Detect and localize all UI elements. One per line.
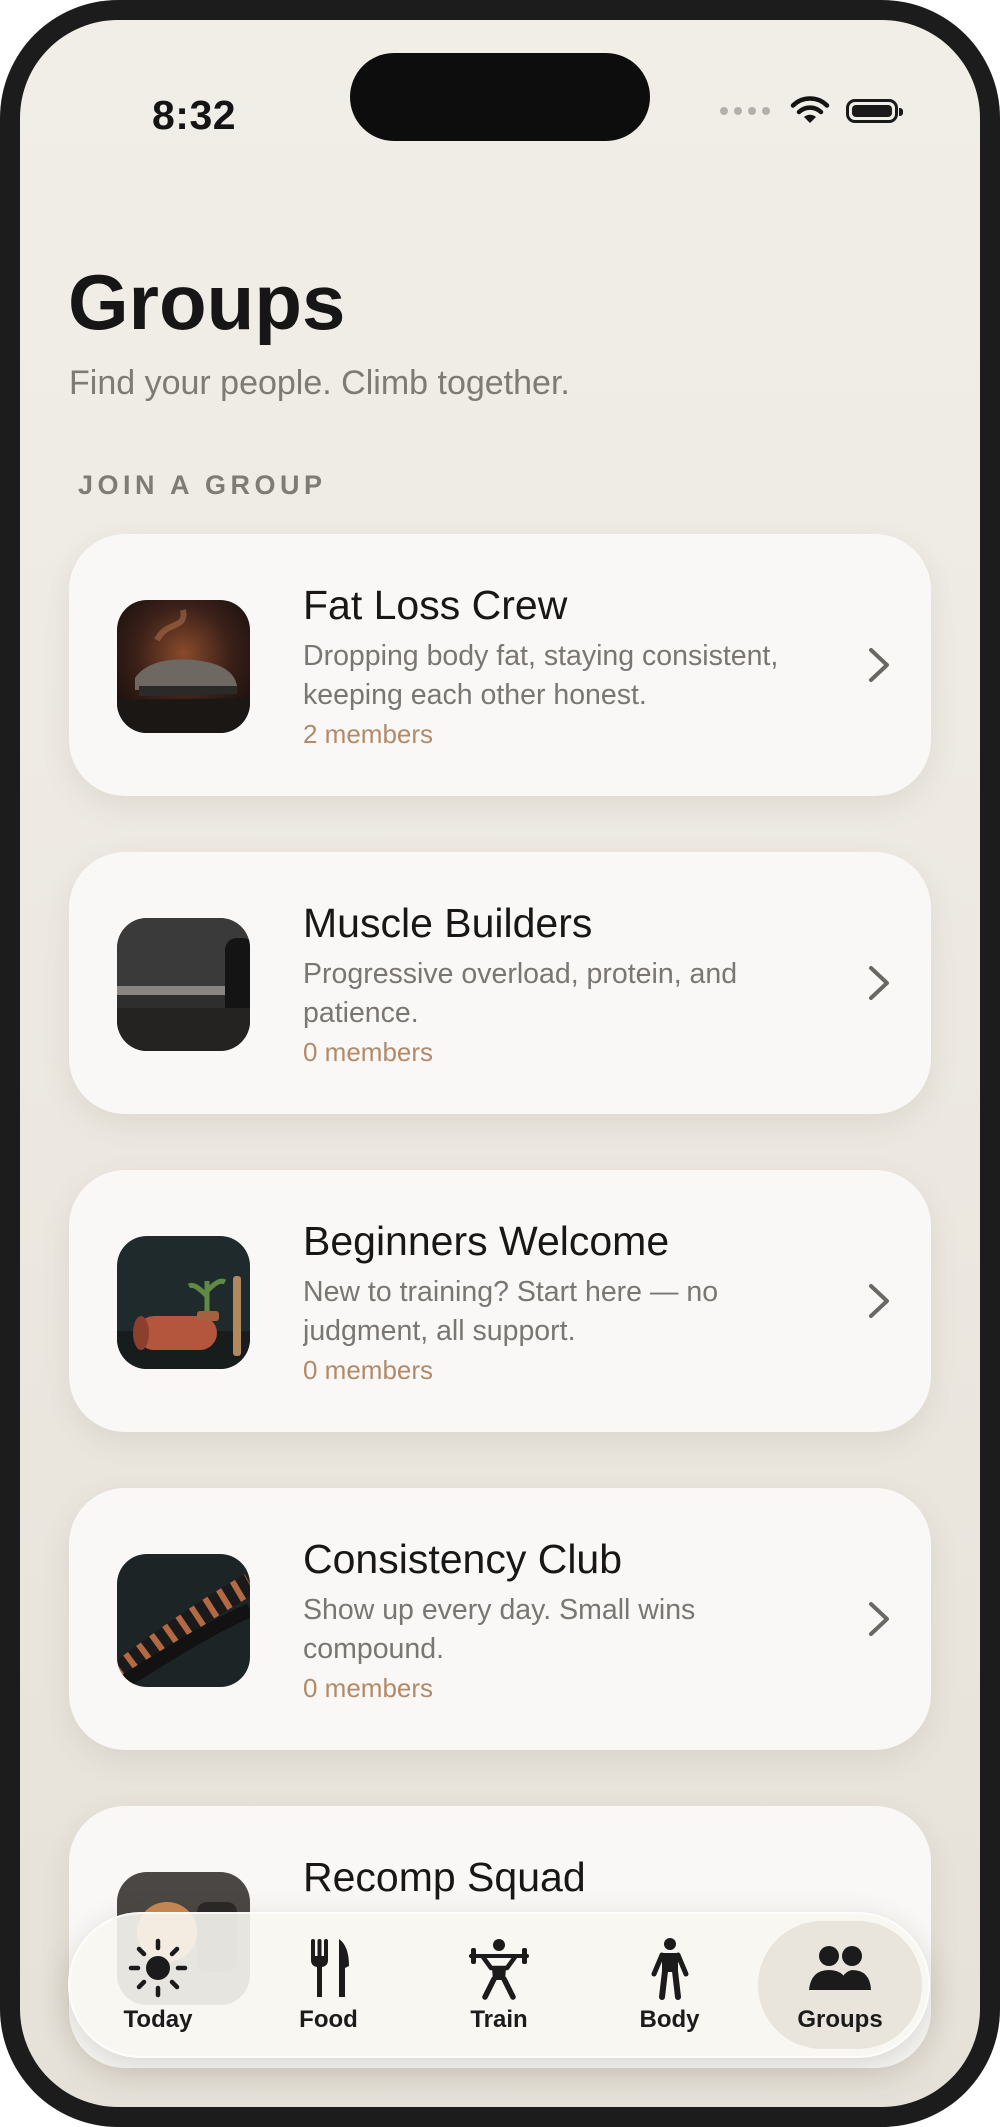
tab-food[interactable]: Food — [247, 1921, 411, 2049]
group-card-beginners-welcome[interactable]: Beginners Welcome New to training? Start… — [69, 1170, 931, 1432]
group-card-muscle-builders[interactable]: Muscle Builders Progressive overload, pr… — [69, 852, 931, 1114]
person-icon — [651, 1938, 688, 2000]
sun-icon — [128, 1938, 188, 1998]
tab-today[interactable]: Today — [76, 1921, 240, 2049]
member-count: 2 members — [303, 719, 434, 750]
group-image — [117, 1236, 250, 1369]
tab-body[interactable]: Body — [588, 1921, 752, 2049]
group-description: Show up every day. Small wins compound. — [303, 1594, 696, 1666]
tab-label: Body — [639, 2006, 700, 2033]
group-title: Beginners Welcome — [303, 1218, 670, 1264]
status-icons — [720, 96, 903, 126]
phone-frame: 8:32 Groups Find your people. Climb toge… — [0, 0, 1000, 2127]
chevron-right-icon — [869, 1602, 889, 1636]
tab-label: Today — [123, 2006, 193, 2033]
group-title: Recomp Squad — [303, 1854, 586, 1900]
group-title: Muscle Builders — [303, 900, 593, 946]
group-image — [117, 1554, 250, 1687]
group-title: Consistency Club — [303, 1536, 623, 1582]
section-label-join: JOIN A GROUP — [78, 470, 327, 500]
tab-bar: Today Food Train Body Groups — [68, 1912, 930, 2058]
tab-label: Food — [299, 2006, 358, 2033]
group-card-consistency-club[interactable]: Consistency Club Show up every day. Smal… — [69, 1488, 931, 1750]
member-count: 0 members — [303, 1355, 434, 1386]
chevron-right-icon — [869, 966, 889, 1000]
group-image — [117, 600, 250, 733]
status-time: 8:32 — [152, 92, 237, 138]
weightlifter-icon — [469, 1939, 529, 2000]
page-subtitle: Find your people. Climb together. — [69, 364, 570, 402]
group-title: Fat Loss Crew — [303, 582, 568, 628]
group-image — [117, 918, 250, 1051]
battery-icon — [846, 99, 903, 123]
group-description: Dropping body fat, staying consistent, k… — [303, 640, 779, 712]
tab-groups[interactable]: Groups — [758, 1921, 922, 2049]
tab-train[interactable]: Train — [417, 1921, 581, 2049]
tab-label: Groups — [797, 2006, 883, 2033]
tab-label: Train — [470, 2006, 528, 2033]
member-count: 0 members — [303, 1037, 434, 1068]
fork-knife-icon — [310, 1939, 349, 1997]
chevron-right-icon — [869, 1284, 889, 1318]
group-card-fat-loss-crew[interactable]: Fat Loss Crew Dropping body fat, staying… — [69, 534, 931, 796]
people-icon — [809, 1946, 871, 1990]
group-description: New to training? Start here — no judgmen… — [303, 1276, 719, 1348]
app-screen: 8:32 Groups Find your people. Climb toge… — [20, 20, 980, 2107]
chevron-right-icon — [869, 648, 889, 682]
wifi-icon — [790, 96, 830, 123]
page-title: Groups — [68, 258, 346, 346]
member-count: 0 members — [303, 1673, 434, 1704]
dynamic-island — [350, 53, 650, 141]
cellular-signal-icon — [720, 107, 770, 115]
group-description: Progressive overload, protein, and patie… — [303, 958, 738, 1030]
